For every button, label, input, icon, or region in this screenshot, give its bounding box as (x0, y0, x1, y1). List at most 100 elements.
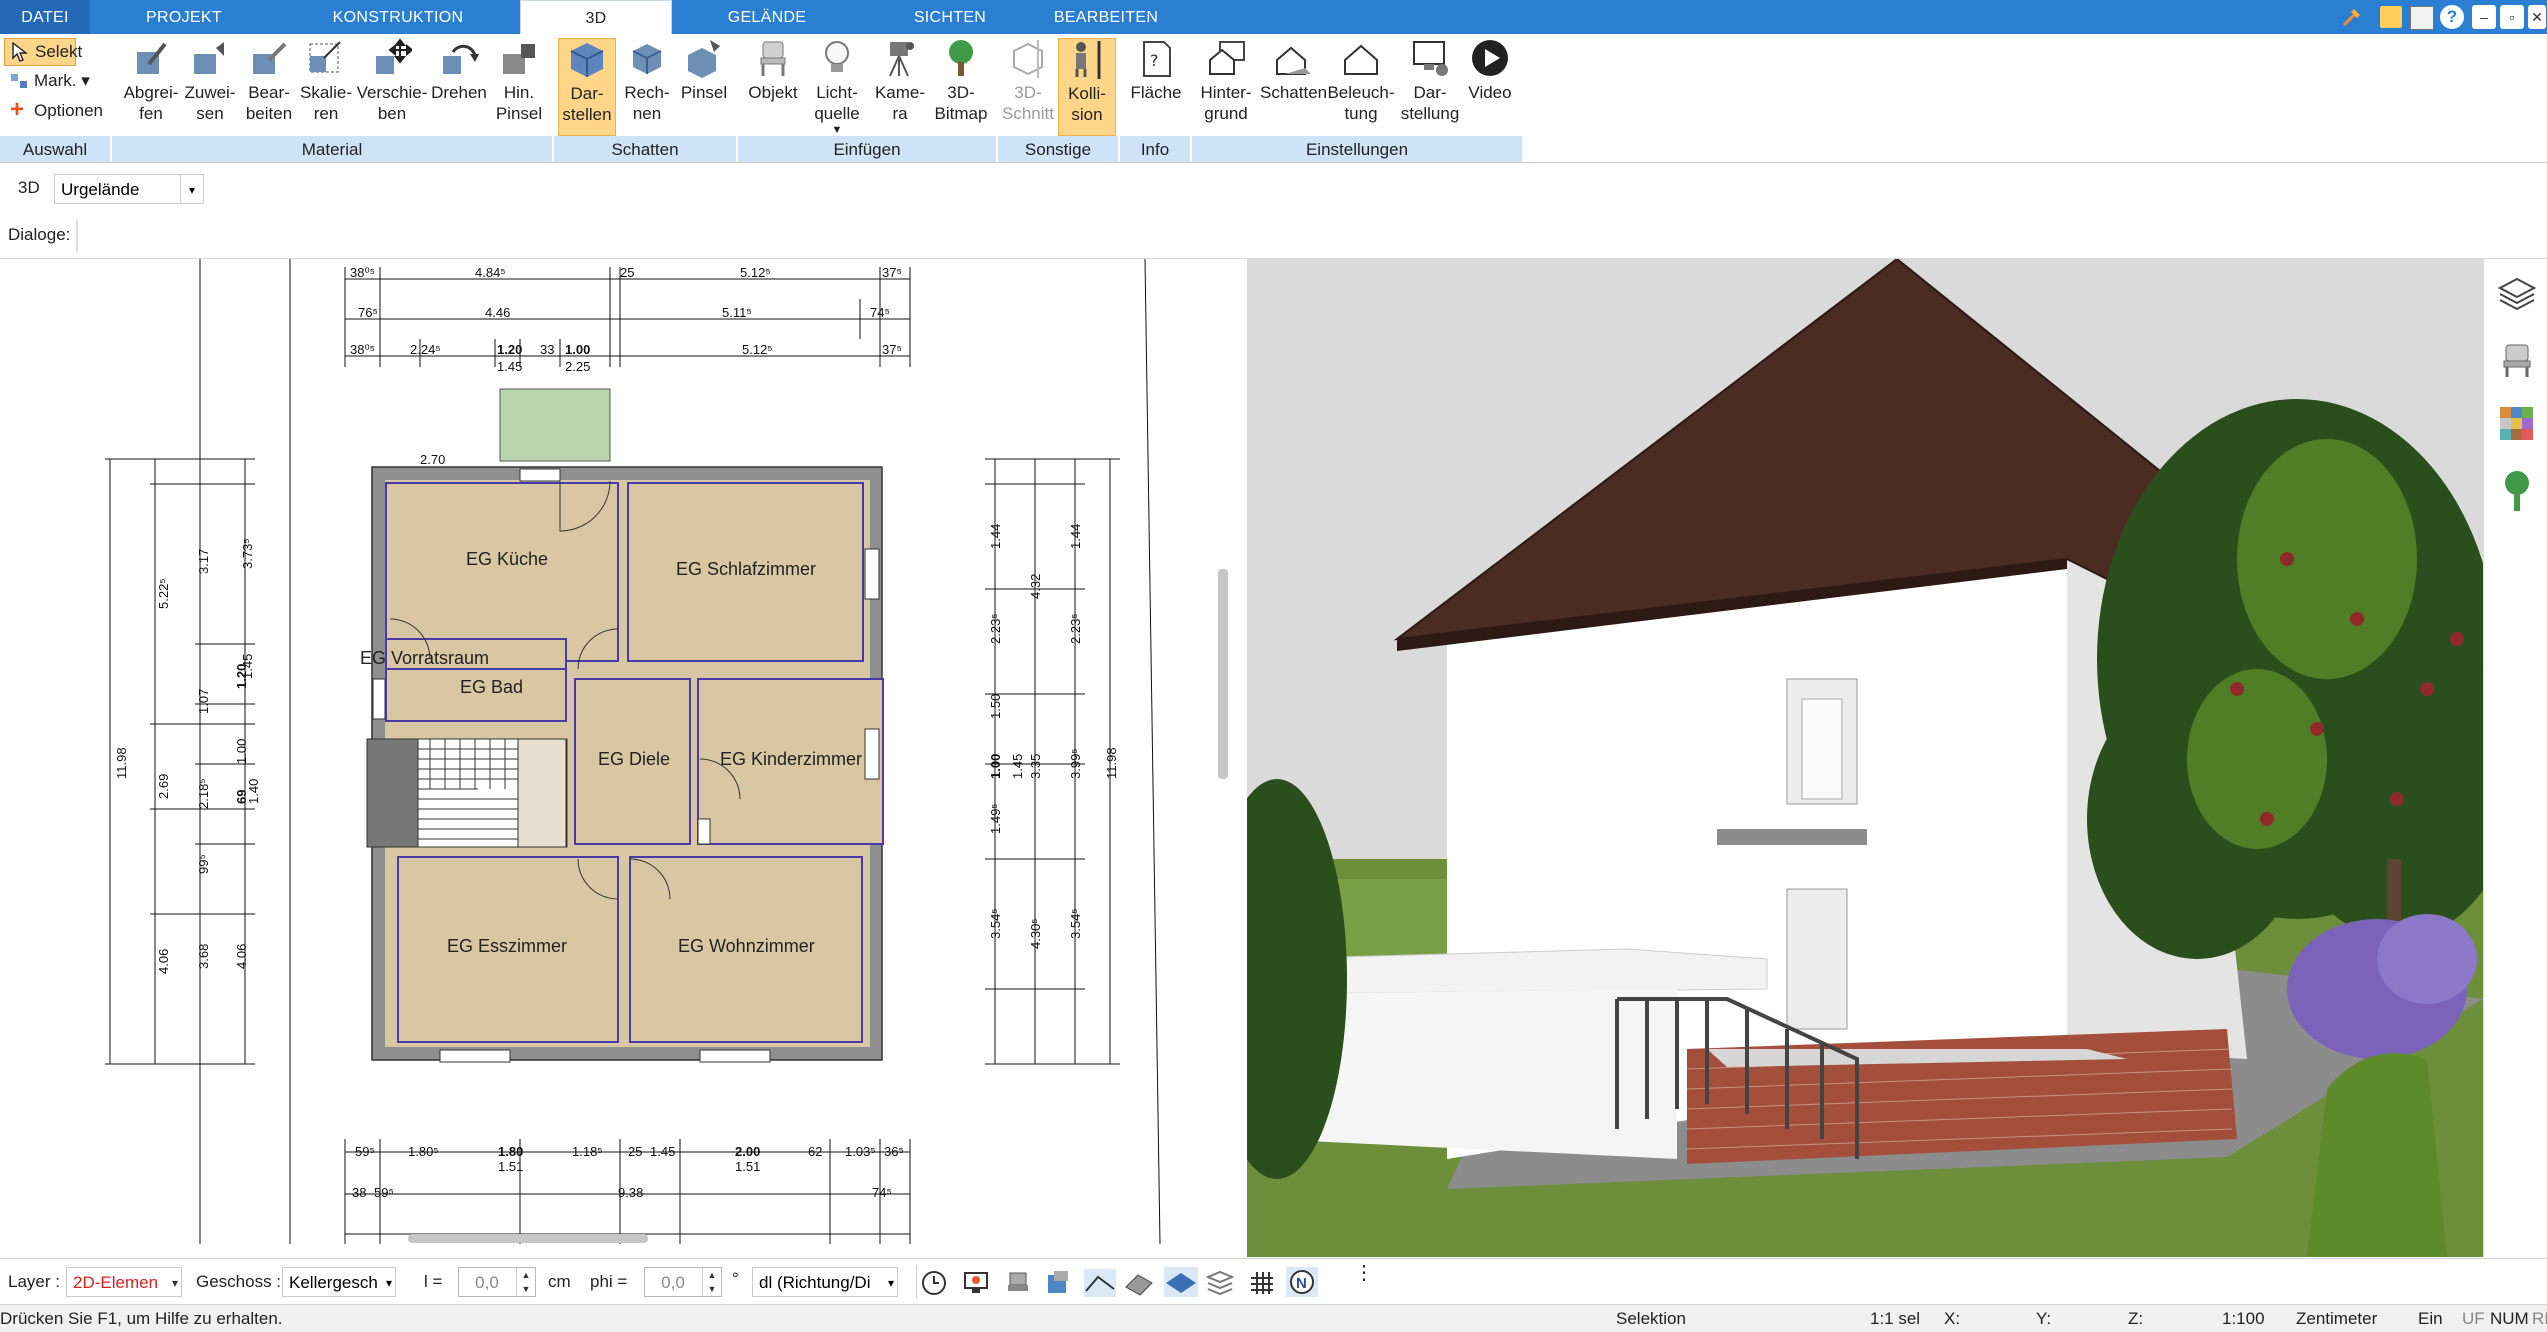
l-input[interactable]: 0,0 ▲ ▼ (458, 1267, 536, 1297)
room-label-esszimmer[interactable]: EG Esszimmer (447, 936, 567, 957)
tab-3d[interactable]: 3D (520, 0, 672, 35)
slab-icon[interactable] (1164, 1267, 1198, 1297)
tab-bearbeiten[interactable]: BEARBEITEN (1040, 0, 1172, 34)
tools-icon[interactable] (2340, 5, 2364, 29)
svg-text:2.25: 2.25 (565, 359, 590, 374)
grid-icon[interactable] (1248, 1269, 1276, 1297)
minimize-button[interactable]: – (2472, 5, 2496, 29)
status-y: Y: (2036, 1309, 2052, 1328)
verschieben-button[interactable]: Verschie- ben (354, 38, 430, 124)
selekt-button[interactable]: Selekt (4, 38, 82, 66)
mark-button[interactable]: Mark. ▾ (4, 68, 90, 94)
svg-text:3.68: 3.68 (196, 944, 211, 969)
video-label: Video (1468, 83, 1512, 102)
window-restore-icon[interactable] (2410, 6, 2434, 30)
more-icon[interactable]: ⋮ (1354, 1263, 1374, 1295)
optionen-button[interactable]: + Optionen (4, 97, 103, 124)
objekt-button[interactable]: Objekt (742, 38, 804, 103)
svg-text:37⁵: 37⁵ (882, 265, 902, 280)
phi-input[interactable]: 0,0 ▲ ▼ (644, 1267, 722, 1297)
materials-icon[interactable] (2498, 405, 2536, 443)
darstellung-button[interactable]: Dar- stellung (1398, 38, 1462, 124)
room-label-vorratsraum[interactable]: EG Vorratsraum (360, 648, 489, 669)
group-einstellungen: Einstellungen (1192, 136, 1524, 162)
restore-button[interactable]: ▫ (2500, 5, 2524, 29)
status-z: Z: (2128, 1309, 2144, 1328)
svg-text:2.69: 2.69 (156, 774, 171, 799)
stepper-icon[interactable]: ▲ ▼ (702, 1268, 721, 1296)
svg-text:38⁰⁵: 38⁰⁵ (350, 342, 375, 357)
kamera-button[interactable]: Kame- ra (870, 38, 930, 124)
hin-pinsel-button[interactable]: Hin. Pinsel (490, 38, 548, 124)
verschieben-label: Verschie- ben (356, 83, 428, 123)
room-label-wohnzimmer[interactable]: EG Wohnzimmer (678, 936, 815, 957)
svg-text:1.49⁵: 1.49⁵ (988, 803, 1003, 834)
pinsel-label: Pinsel (680, 83, 728, 102)
room-label-kueche[interactable]: EG Küche (466, 549, 548, 570)
beleuchtung-button[interactable]: Beleuch- tung (1326, 38, 1396, 124)
cabinet-icon[interactable] (1044, 1269, 1072, 1297)
skalieren-button[interactable]: Skalie- ren (294, 38, 358, 124)
svg-text:33: 33 (540, 342, 554, 357)
room-label-kinderzimmer[interactable]: EG Kinderzimmer (720, 749, 862, 770)
rechnen-button[interactable]: Rech- nen (618, 38, 676, 124)
terrain-select[interactable]: Urgelände ▾ (54, 174, 204, 204)
room-label-schlafzimmer[interactable]: EG Schlafzimmer (676, 559, 816, 580)
horizontal-scrollbar[interactable] (408, 1234, 648, 1243)
schnitt3d-button[interactable]: 3D- Schnitt (998, 38, 1058, 124)
svg-text:1.00: 1.00 (565, 342, 590, 357)
furniture-icon[interactable] (2498, 341, 2536, 379)
roof-icon[interactable] (1124, 1269, 1154, 1297)
geschoss-select[interactable]: Kellergesch ▾ (282, 1267, 396, 1297)
tab-gelaende[interactable]: GELÄNDE (700, 0, 834, 34)
help-icon[interactable]: ? (2440, 5, 2464, 29)
layers-stack-icon[interactable] (1206, 1269, 1234, 1297)
flaeche-button[interactable]: ? Fläche (1126, 38, 1186, 103)
drehen-button[interactable]: Drehen (428, 38, 490, 103)
schatten-button[interactable]: Schatten (1260, 38, 1327, 103)
group-info: Info (1120, 136, 1192, 162)
svg-text:1.00: 1.00 (988, 754, 1003, 779)
clock-icon[interactable] (920, 1269, 948, 1297)
svg-text:4.46: 4.46 (485, 305, 510, 320)
camera-icon (889, 42, 914, 77)
armchair-icon[interactable] (1004, 1269, 1032, 1297)
3d-view[interactable] (1247, 259, 2483, 1257)
north-arrow-icon[interactable]: N (1286, 1267, 1318, 1297)
stepper-icon[interactable]: ▲ ▼ (516, 1268, 535, 1296)
chevron-down-icon: ▾ (171, 1276, 178, 1290)
lichtquelle-button[interactable]: Licht- quelle ▼ (806, 38, 868, 141)
room-label-bad[interactable]: EG Bad (460, 677, 523, 698)
monitor-icon[interactable] (962, 1269, 990, 1297)
pinsel-button[interactable]: Pinsel (676, 38, 732, 103)
svg-text:1.80⁵: 1.80⁵ (408, 1144, 439, 1159)
vertical-scrollbar[interactable] (1218, 569, 1228, 779)
layer-select[interactable]: 2D-Elemen ▾ (66, 1267, 182, 1297)
folder-icon[interactable] (2380, 6, 2402, 28)
kollision-button[interactable]: Kolli- sion (1058, 38, 1116, 136)
tab-projekt[interactable]: PROJEKT (118, 0, 250, 34)
svg-text:5.12⁵: 5.12⁵ (740, 265, 771, 280)
hintergrund-button[interactable]: Hinter- grund (1194, 38, 1258, 124)
tab-sichten[interactable]: SICHTEN (880, 0, 1020, 34)
bitmap3d-button[interactable]: 3D- Bitmap (930, 38, 992, 124)
room-label-diele[interactable]: EG Diele (598, 749, 670, 770)
group-schatten: Schatten (554, 136, 738, 162)
abgreifen-button[interactable]: Abgrei- fen (118, 38, 184, 124)
bearbeiten-button[interactable]: Bear- beiten (238, 38, 300, 124)
tab-datei[interactable]: DATEI (0, 0, 90, 34)
tab-konstruktion[interactable]: KONSTRUKTION (310, 0, 486, 34)
close-button[interactable]: ✕ (2528, 5, 2546, 29)
light-bulb-icon (825, 41, 849, 72)
terrain-icon[interactable] (1084, 1269, 1116, 1297)
chair-icon (760, 41, 786, 76)
side-palette (2483, 259, 2547, 1257)
layers-icon[interactable] (2498, 275, 2536, 313)
darstellen-button[interactable]: Dar- stellen (558, 38, 616, 136)
group-einfuegen: Einfügen (738, 136, 998, 162)
zuweisen-button[interactable]: Zuwei- sen (180, 38, 240, 124)
dl-select[interactable]: dl (Richtung/Di ▾ (752, 1267, 898, 1297)
video-button[interactable]: Video (1462, 38, 1518, 103)
floor-plan-view[interactable]: 38⁰⁵ 4.84⁵ 25 5.12⁵ 37⁵ 76⁵ 4.46 5.11⁵ 74⁵ 38⁰⁵… (0, 259, 1230, 1244)
plants-icon[interactable] (2498, 469, 2536, 513)
